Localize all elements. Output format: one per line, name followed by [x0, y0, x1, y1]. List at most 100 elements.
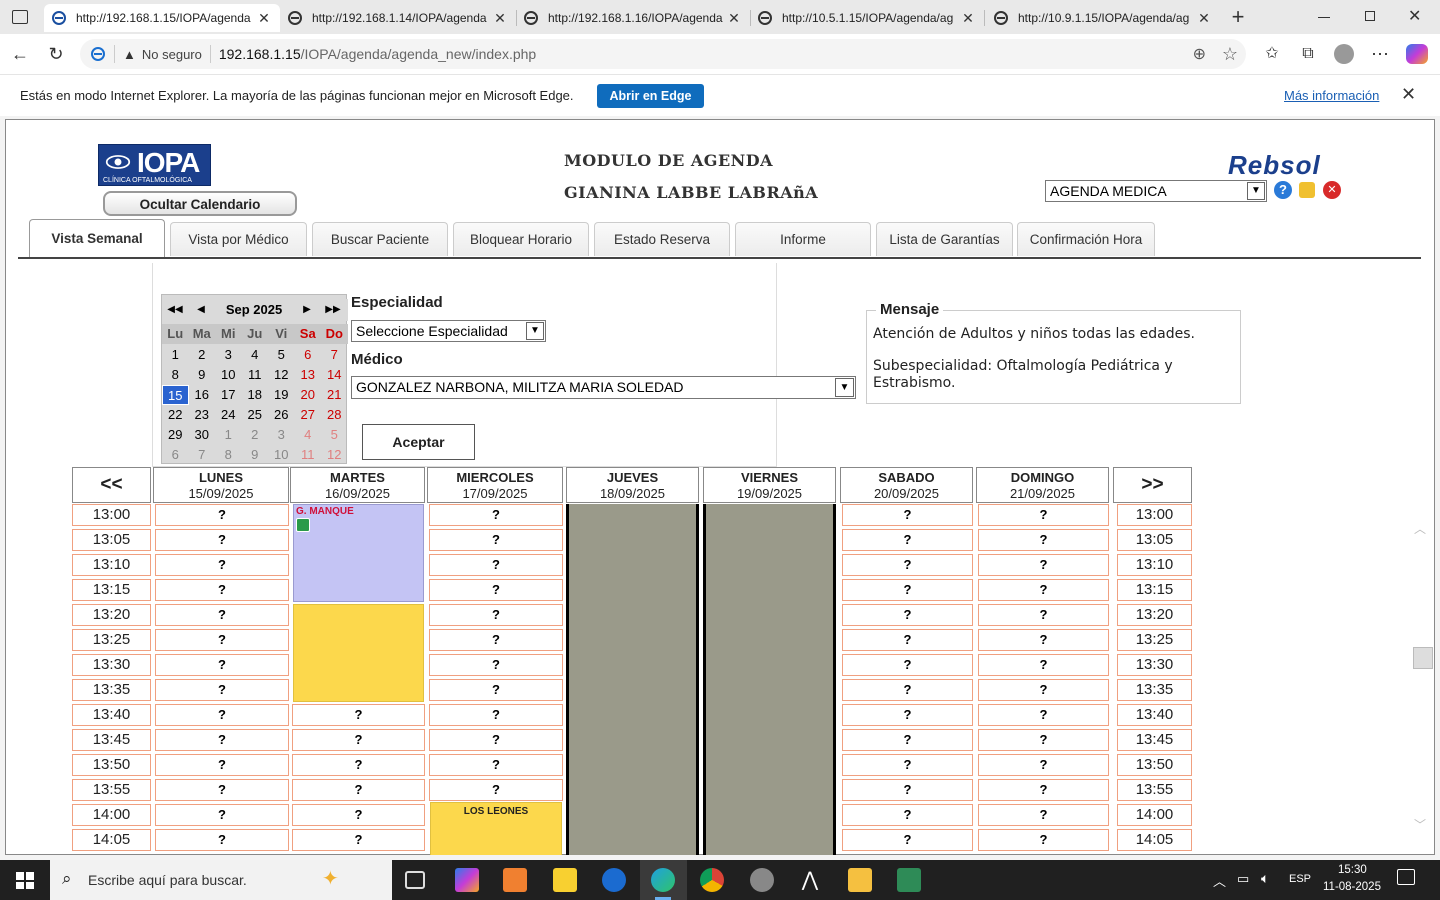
free-slot[interactable]: ?: [842, 629, 973, 651]
copilot-app-icon[interactable]: [455, 868, 479, 892]
close-infobar-icon[interactable]: ✕: [1401, 84, 1416, 105]
free-slot[interactable]: ?: [155, 579, 289, 601]
day-header[interactable]: VIERNES 19/09/2025: [703, 467, 836, 503]
calendar-day[interactable]: 24: [215, 405, 242, 425]
day-header[interactable]: LUNES 15/09/2025: [153, 467, 289, 503]
free-slot[interactable]: ?: [292, 729, 425, 751]
copilot-icon[interactable]: [1406, 44, 1428, 64]
calendar-day[interactable]: 28: [321, 405, 348, 425]
free-slot[interactable]: ?: [842, 654, 973, 676]
free-slot[interactable]: ?: [978, 554, 1109, 576]
next-month-icon[interactable]: ▶: [294, 299, 320, 321]
free-slot[interactable]: ?: [429, 554, 563, 576]
free-slot[interactable]: ?: [978, 704, 1109, 726]
free-slot[interactable]: ?: [842, 504, 973, 526]
free-slot[interactable]: ?: [429, 504, 563, 526]
scrollbar-thumb[interactable]: [1413, 647, 1433, 669]
free-slot[interactable]: ?: [155, 654, 289, 676]
free-slot[interactable]: ?: [429, 604, 563, 626]
calendar-day[interactable]: 5: [321, 425, 348, 445]
browser-tab-2[interactable]: http://192.168.1.14/IOPA/agenda ✕: [280, 4, 516, 32]
free-slot[interactable]: ?: [978, 679, 1109, 701]
free-slot[interactable]: ?: [155, 754, 289, 776]
free-slot[interactable]: ?: [978, 779, 1109, 801]
free-slot[interactable]: ?: [978, 804, 1109, 826]
scroll-up-icon[interactable]: ︿: [1414, 520, 1426, 537]
collections-icon[interactable]: ⧉: [1296, 42, 1320, 66]
tab-informe[interactable]: Informe: [735, 222, 871, 256]
calendar-day[interactable]: 3: [215, 345, 242, 365]
free-slot[interactable]: ?: [155, 779, 289, 801]
chrome-icon[interactable]: [700, 868, 724, 892]
calendar-day[interactable]: 23: [189, 405, 216, 425]
calendar-day[interactable]: 16: [189, 385, 216, 405]
scroll-down-icon[interactable]: ﹀: [1414, 816, 1426, 833]
calendar-day[interactable]: 8: [215, 445, 242, 465]
free-slot[interactable]: ?: [155, 554, 289, 576]
calendar-day[interactable]: 10: [215, 365, 242, 385]
exit-icon[interactable]: ✕: [1323, 181, 1341, 199]
network-icon[interactable]: ▭: [1237, 871, 1249, 887]
close-tab-icon[interactable]: ✕: [726, 10, 742, 27]
free-slot[interactable]: ?: [842, 529, 973, 551]
free-slot[interactable]: ?: [429, 579, 563, 601]
free-slot[interactable]: ?: [155, 629, 289, 651]
spreadsheet-icon[interactable]: [897, 868, 921, 892]
appointment-block[interactable]: LOS LEONES: [430, 802, 562, 855]
calendar-day[interactable]: 4: [295, 425, 322, 445]
free-slot[interactable]: ?: [429, 729, 563, 751]
calendar-day[interactable]: 5: [268, 345, 295, 365]
more-info-link[interactable]: Más información: [1284, 88, 1379, 103]
free-slot[interactable]: ?: [978, 729, 1109, 751]
calendar-day[interactable]: 25: [242, 405, 269, 425]
tab-bloquear-horario[interactable]: Bloquear Horario: [453, 222, 589, 256]
calendar-day[interactable]: 17: [215, 385, 242, 405]
calendar-day[interactable]: 7: [189, 445, 216, 465]
free-slot[interactable]: ?: [978, 754, 1109, 776]
close-tab-icon[interactable]: ✕: [256, 10, 272, 27]
taskbar-search[interactable]: ⌕ Escribe aquí para buscar. ✦: [50, 860, 392, 900]
lock-icon[interactable]: [1299, 182, 1315, 198]
free-slot[interactable]: ?: [842, 579, 973, 601]
calendar-day[interactable]: 9: [189, 365, 216, 385]
free-slot[interactable]: ?: [429, 629, 563, 651]
free-slot[interactable]: ?: [292, 704, 425, 726]
calendar-day[interactable]: 12: [321, 445, 348, 465]
calendar-day[interactable]: 29: [162, 425, 189, 445]
free-slot[interactable]: ?: [429, 654, 563, 676]
media-player-icon[interactable]: [503, 868, 527, 892]
calendar-day[interactable]: 18: [242, 385, 269, 405]
menu-icon[interactable]: ⋯: [1368, 42, 1392, 66]
browser-tab-3[interactable]: http://192.168.1.16/IOPA/agenda ✕: [516, 4, 750, 32]
free-slot[interactable]: ?: [155, 804, 289, 826]
free-slot[interactable]: ?: [292, 779, 425, 801]
sticky-notes-icon[interactable]: [553, 868, 577, 892]
calendar-day[interactable]: 30: [189, 425, 216, 445]
calendar-day[interactable]: 14: [321, 365, 348, 385]
notification-icon[interactable]: [1397, 869, 1415, 885]
day-header[interactable]: SABADO 20/09/2025: [840, 467, 973, 503]
calendar-day[interactable]: 6: [295, 345, 322, 365]
day-header[interactable]: MIERCOLES 17/09/2025: [427, 467, 563, 503]
browser-tab-5[interactable]: http://10.9.1.15/IOPA/agenda/ag ✕: [986, 4, 1220, 32]
calendar-day[interactable]: 9: [242, 445, 269, 465]
calendar-day[interactable]: 2: [189, 345, 216, 365]
edge-icon[interactable]: [651, 868, 675, 892]
free-slot[interactable]: ?: [842, 729, 973, 751]
free-slot[interactable]: ?: [842, 829, 973, 851]
task-view-icon[interactable]: [405, 871, 425, 889]
calendar-day[interactable]: 1: [162, 345, 189, 365]
zoom-icon[interactable]: ⊕: [1193, 44, 1206, 64]
prev-year-icon[interactable]: ◀◀: [162, 299, 188, 321]
language-indicator[interactable]: ESP: [1289, 873, 1311, 885]
free-slot[interactable]: ?: [842, 704, 973, 726]
patient-icon[interactable]: [296, 518, 310, 532]
calendar-day[interactable]: 4: [242, 345, 269, 365]
new-tab-button[interactable]: +: [1228, 4, 1248, 30]
open-in-edge-button[interactable]: Abrir en Edge: [597, 84, 704, 108]
free-slot[interactable]: ?: [842, 554, 973, 576]
free-slot[interactable]: ?: [429, 704, 563, 726]
free-slot[interactable]: ?: [978, 529, 1109, 551]
free-slot[interactable]: ?: [429, 529, 563, 551]
tab-buscar-paciente[interactable]: Buscar Paciente: [312, 222, 448, 256]
